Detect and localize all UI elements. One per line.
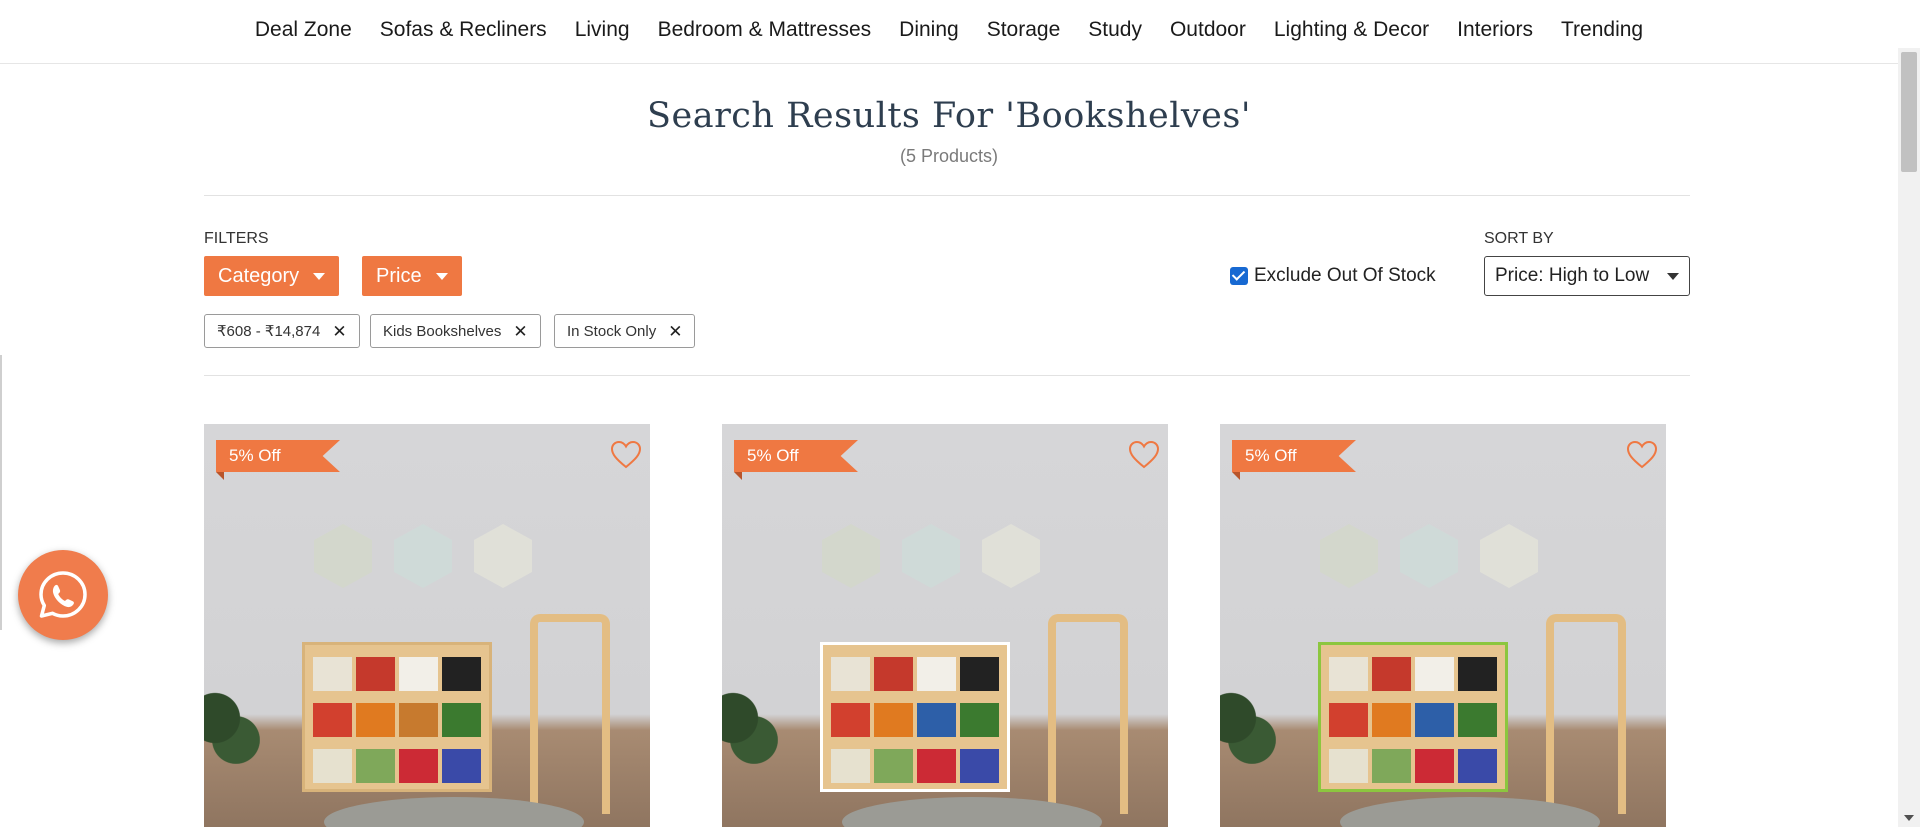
wall-decor — [822, 524, 880, 588]
left-edge-line — [0, 355, 2, 630]
exclude-out-of-stock-checkbox[interactable] — [1230, 267, 1248, 285]
wall-decor — [902, 524, 960, 588]
discount-badge: 5% Off — [734, 440, 858, 472]
wall-decor — [474, 524, 532, 588]
nav-item-bedroom-mattresses[interactable]: Bedroom & Mattresses — [644, 18, 886, 42]
sort-label: SORT BY — [1484, 230, 1554, 247]
product-image[interactable] — [722, 424, 1168, 827]
discount-badge: 5% Off — [1232, 440, 1356, 472]
nav-item-study[interactable]: Study — [1074, 18, 1156, 42]
close-icon[interactable]: ✕ — [668, 323, 682, 340]
filter-chip-price-range: ₹608 - ₹14,874 ✕ — [204, 314, 360, 348]
page-scrollbar[interactable] — [1898, 48, 1920, 827]
heart-icon[interactable] — [1128, 440, 1160, 470]
plant — [722, 674, 782, 784]
close-icon[interactable]: ✕ — [513, 323, 527, 340]
bookshelf — [820, 642, 1010, 792]
exclude-out-of-stock-label: Exclude Out Of Stock — [1254, 265, 1436, 286]
wall-decor — [1480, 524, 1538, 588]
nav-item-deal-zone[interactable]: Deal Zone — [241, 18, 366, 42]
nav-item-trending[interactable]: Trending — [1547, 18, 1657, 42]
divider — [204, 375, 1690, 376]
plant — [204, 674, 264, 784]
nav-list: Deal Zone Sofas & Recliners Living Bedro… — [0, 0, 1898, 60]
heart-icon[interactable] — [1626, 440, 1658, 470]
close-icon[interactable]: ✕ — [332, 323, 346, 340]
nav-item-interiors[interactable]: Interiors — [1443, 18, 1547, 42]
filter-chip-in-stock-only: In Stock Only ✕ — [554, 314, 696, 348]
chair — [1048, 614, 1128, 814]
chevron-down-icon — [435, 272, 448, 280]
filters-label: FILTERS — [204, 230, 269, 247]
chip-label: ₹608 - ₹14,874 — [217, 323, 321, 340]
whatsapp-icon — [39, 571, 87, 618]
whatsapp-button[interactable] — [18, 550, 108, 640]
price-filter-button[interactable]: Price — [362, 256, 462, 296]
search-heading: Search Results For 'Bookshelves' (5 Prod… — [0, 96, 1898, 167]
result-count: (5 Products) — [899, 146, 999, 166]
nav-item-outdoor[interactable]: Outdoor — [1156, 18, 1260, 42]
heart-icon[interactable] — [610, 440, 642, 470]
nav-item-dining[interactable]: Dining — [885, 18, 973, 42]
wall-decor — [982, 524, 1040, 588]
chevron-down-icon — [313, 272, 326, 280]
wall-decor — [1320, 524, 1378, 588]
top-navigation: Deal Zone Sofas & Recliners Living Bedro… — [0, 0, 1898, 64]
sort-selected-value: Price: High to Low — [1495, 265, 1650, 286]
divider — [204, 195, 1690, 196]
nav-item-storage[interactable]: Storage — [973, 18, 1075, 42]
plant — [1220, 674, 1280, 784]
nav-item-living[interactable]: Living — [561, 18, 644, 42]
chevron-down-icon — [1667, 272, 1679, 280]
product-image[interactable] — [204, 424, 650, 827]
chair — [530, 614, 610, 814]
nav-item-lighting-decor[interactable]: Lighting & Decor — [1260, 18, 1443, 42]
chair — [1546, 614, 1626, 814]
sort-select[interactable]: Price: High to Low — [1484, 256, 1690, 296]
wall-decor — [394, 524, 452, 588]
discount-badge: 5% Off — [216, 440, 340, 472]
exclude-out-of-stock-toggle[interactable]: Exclude Out Of Stock — [1230, 265, 1436, 287]
page-title: Search Results For 'Bookshelves' — [647, 96, 1251, 136]
chip-label: Kids Bookshelves — [383, 322, 502, 340]
wall-decor — [314, 524, 372, 588]
scroll-down-arrow-icon[interactable] — [1904, 815, 1914, 821]
chip-label: In Stock Only — [567, 322, 657, 340]
category-filter-label: Category — [218, 264, 300, 287]
bookshelf — [302, 642, 492, 792]
wall-decor — [1400, 524, 1458, 588]
product-image[interactable] — [1220, 424, 1666, 827]
nav-item-sofas-recliners[interactable]: Sofas & Recliners — [366, 18, 561, 42]
product-card[interactable]: 5% Off — [1220, 424, 1666, 827]
scrollbar-thumb[interactable] — [1901, 52, 1917, 172]
filter-chip-kids-bookshelves: Kids Bookshelves ✕ — [370, 314, 541, 348]
price-filter-label: Price — [376, 264, 422, 287]
category-filter-button[interactable]: Category — [204, 256, 340, 296]
product-card[interactable]: 5% Off — [204, 424, 650, 827]
bookshelf — [1318, 642, 1508, 792]
product-card[interactable]: 5% Off — [722, 424, 1168, 827]
